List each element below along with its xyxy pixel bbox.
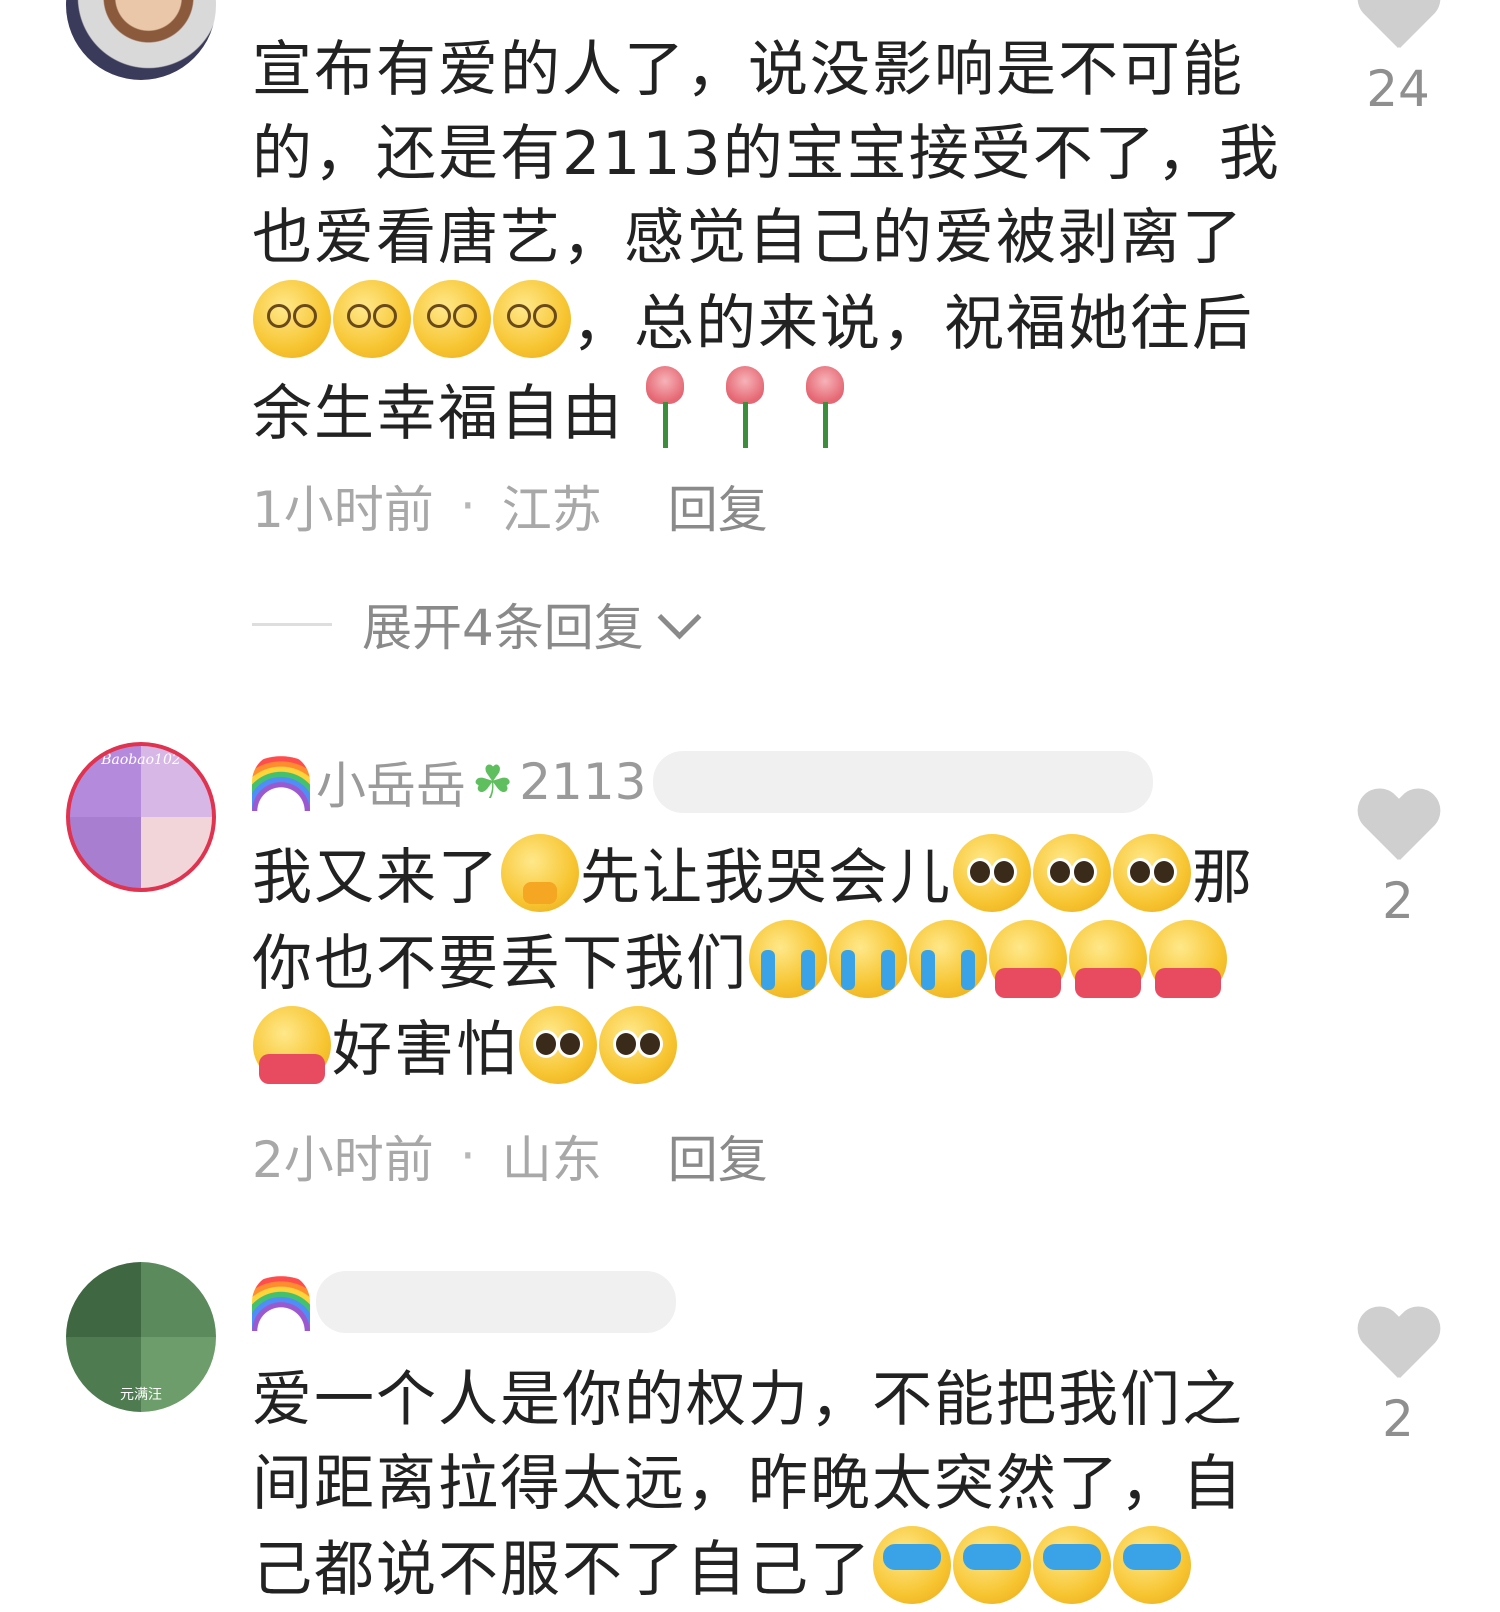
timestamp: 1小时前 bbox=[252, 481, 434, 539]
comment-text: 宣布有爱的人了，说没影响是不可能 的，还是有2113的宝宝接受不了，我 也爱看唐… bbox=[252, 35, 1281, 450]
avatar-tag: 元满汪 bbox=[120, 1387, 162, 1403]
heart-icon[interactable] bbox=[1356, 0, 1440, 56]
rose-icon bbox=[634, 366, 694, 450]
divider bbox=[252, 622, 332, 626]
crying-face-icon bbox=[909, 920, 987, 998]
like-count: 2 bbox=[1382, 872, 1414, 930]
clover-icon: ☘ bbox=[472, 755, 514, 809]
pleading-face-icon bbox=[1033, 834, 1111, 912]
like-count: 2 bbox=[1382, 1390, 1414, 1448]
pleading-face-icon bbox=[599, 1006, 677, 1084]
avatar-tag: Baobao102 bbox=[101, 752, 181, 768]
like-button[interactable]: 2 bbox=[1352, 790, 1444, 930]
heart-icon[interactable] bbox=[1356, 1308, 1440, 1386]
tears-of-joy-icon bbox=[873, 1526, 951, 1604]
like-button[interactable]: 2 bbox=[1352, 1308, 1444, 1448]
dizzy-face-icon bbox=[253, 280, 331, 358]
dizzy-face-icon bbox=[333, 280, 411, 358]
separator: · bbox=[459, 477, 476, 535]
hugging-face-icon bbox=[1069, 920, 1147, 998]
timestamp: 2小时前 bbox=[252, 1131, 434, 1189]
crying-face-icon bbox=[829, 920, 907, 998]
like-count: 24 bbox=[1366, 60, 1430, 118]
avatar[interactable] bbox=[66, 0, 216, 80]
dizzy-face-icon bbox=[493, 280, 571, 358]
reply-button[interactable]: 回复 bbox=[668, 470, 768, 542]
dizzy-face-icon bbox=[413, 280, 491, 358]
pleading-face-icon bbox=[953, 834, 1031, 912]
blurred-username bbox=[316, 1271, 676, 1333]
rainbow-icon bbox=[252, 753, 310, 811]
comment-meta: 1小时前 · 江苏 回复 bbox=[252, 470, 768, 542]
comment-text: 爱一个人是你的权力，不能把我们之 间距离拉得太远，昨晚太突然了，自 己都说不服不… bbox=[252, 1365, 1244, 1605]
tears-of-joy-icon bbox=[1113, 1526, 1191, 1604]
pleading-face-icon bbox=[1113, 834, 1191, 912]
like-button[interactable]: 24 bbox=[1352, 0, 1444, 118]
rose-icon bbox=[714, 366, 774, 450]
avatar[interactable]: Baobao102 bbox=[66, 742, 216, 892]
avatar[interactable]: 元满汪 bbox=[66, 1262, 216, 1412]
tears-of-joy-icon bbox=[953, 1526, 1031, 1604]
rainbow-icon bbox=[252, 1273, 310, 1331]
rose-icon bbox=[794, 366, 854, 450]
hugging-face-icon bbox=[1149, 920, 1227, 998]
hugging-face-icon bbox=[989, 920, 1067, 998]
location: 山东 bbox=[501, 1131, 602, 1189]
crying-face-icon bbox=[749, 920, 827, 998]
username[interactable] bbox=[252, 1262, 676, 1342]
username[interactable]: 小岳岳 ☘ 2113 bbox=[252, 742, 1153, 822]
blurred-username bbox=[652, 751, 1153, 813]
location: 江苏 bbox=[501, 481, 602, 539]
separator: · bbox=[459, 1127, 476, 1185]
expand-replies-button[interactable]: 展开4条回复 bbox=[252, 588, 702, 660]
heart-icon[interactable] bbox=[1356, 790, 1440, 868]
chevron-down-icon bbox=[657, 595, 702, 639]
hugging-face-icon bbox=[253, 1006, 331, 1084]
expand-replies-label: 展开4条回复 bbox=[362, 599, 644, 657]
tears-of-joy-icon bbox=[1033, 1526, 1111, 1604]
reply-button[interactable]: 回复 bbox=[668, 1120, 768, 1192]
shy-face-icon bbox=[501, 834, 579, 912]
pleading-face-icon bbox=[519, 1006, 597, 1084]
comment-meta: 2小时前 · 山东 回复 bbox=[252, 1120, 768, 1192]
comment-text: 我又来了 先让我哭会儿那 你也不要丢下我们 好害怕 bbox=[252, 834, 1282, 1092]
